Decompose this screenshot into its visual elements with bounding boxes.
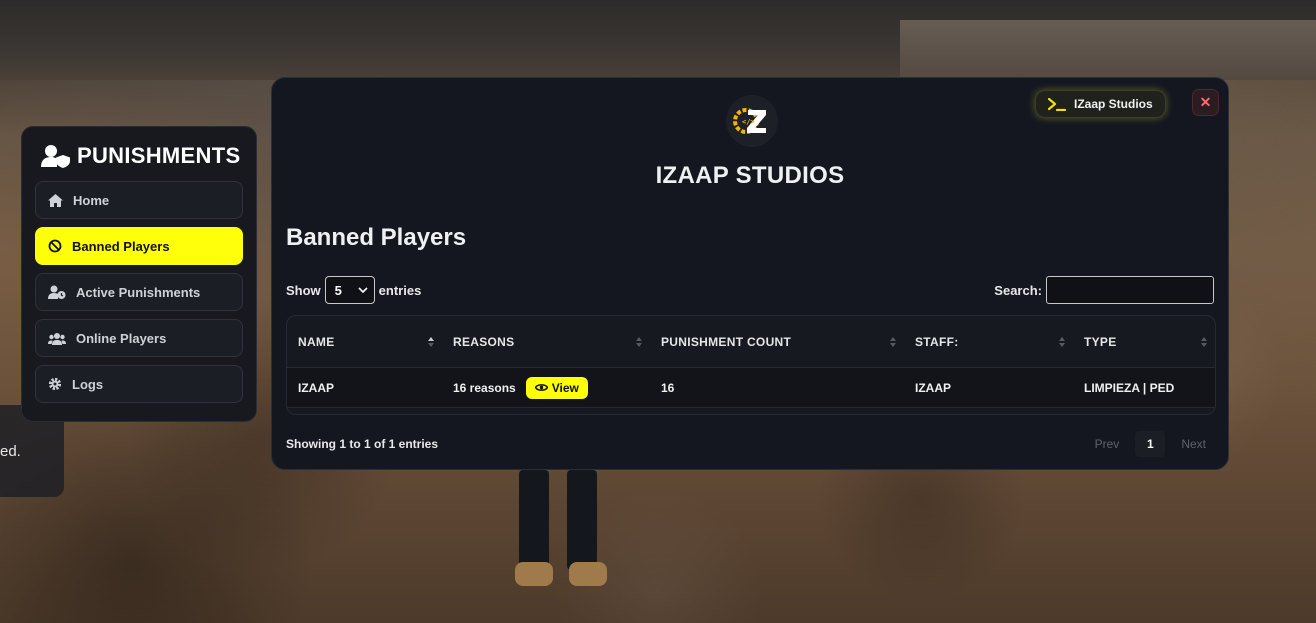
eye-icon bbox=[534, 384, 548, 391]
table-info: Showing 1 to 1 of 1 entries bbox=[286, 437, 439, 451]
table-header: NAME REASONS PUNISHMENT COUNT STAFF: TYP… bbox=[287, 316, 1215, 368]
column-header-name[interactable]: NAME bbox=[287, 335, 442, 349]
column-header-type[interactable]: TYPE bbox=[1073, 335, 1215, 349]
search-control: Search: bbox=[994, 276, 1214, 304]
sidebar-item-label: Active Punishments bbox=[76, 284, 201, 300]
table-row: IZAAP 16 reasons View 16 IZAAP LIMPIEZA … bbox=[287, 368, 1215, 408]
close-button[interactable]: ✕ bbox=[1192, 89, 1219, 116]
close-icon: ✕ bbox=[1199, 94, 1212, 110]
column-header-reasons[interactable]: REASONS bbox=[442, 335, 650, 349]
page-title: Banned Players bbox=[286, 224, 467, 251]
page-1-button[interactable]: 1 bbox=[1135, 431, 1166, 457]
studio-button[interactable]: IZaap Studios bbox=[1035, 90, 1166, 118]
svg-text:</>: </> bbox=[742, 118, 755, 126]
column-label: PUNISHMENT COUNT bbox=[661, 334, 792, 349]
prev-page-button[interactable]: Prev bbox=[1087, 437, 1128, 451]
column-header-staff[interactable]: STAFF: bbox=[904, 335, 1073, 349]
sort-icon bbox=[1201, 336, 1207, 347]
banned-players-table: NAME REASONS PUNISHMENT COUNT STAFF: TYP… bbox=[286, 315, 1216, 415]
sort-icon bbox=[636, 336, 642, 347]
terminal-icon bbox=[1048, 97, 1066, 111]
chevron-down-icon bbox=[358, 287, 368, 293]
sidebar-title: PUNISHMENTS bbox=[77, 143, 241, 168]
player-character bbox=[515, 470, 607, 590]
column-header-punishment-count[interactable]: PUNISHMENT COUNT bbox=[650, 335, 904, 349]
column-label: REASONS bbox=[453, 334, 515, 349]
sidebar-item-active-punishments[interactable]: Active Punishments bbox=[35, 273, 243, 311]
cell-type: LIMPIEZA | PED bbox=[1084, 380, 1175, 395]
length-suffix: entries bbox=[378, 282, 422, 298]
users-icon bbox=[48, 332, 66, 345]
cell-staff: IZAAP bbox=[915, 380, 951, 395]
sidebar-header: PUNISHMENTS bbox=[35, 143, 243, 169]
sidebar-item-banned-players[interactable]: Banned Players bbox=[35, 227, 243, 265]
sort-icon bbox=[1059, 336, 1065, 347]
search-input[interactable] bbox=[1046, 276, 1214, 304]
sort-icon bbox=[890, 336, 896, 347]
reasons-text: 16 reasons bbox=[453, 380, 516, 395]
brand-title: IZAAP STUDIOS bbox=[655, 162, 845, 189]
izaap-logo-icon: </> bbox=[733, 108, 766, 134]
column-label: TYPE bbox=[1084, 334, 1117, 349]
studio-button-label: IZaap Studios bbox=[1074, 97, 1153, 111]
cell-name: IZAAP bbox=[298, 380, 334, 395]
sidebar-item-home[interactable]: Home bbox=[35, 181, 243, 219]
view-reasons-button[interactable]: View bbox=[525, 376, 588, 399]
length-prefix: Show bbox=[286, 282, 321, 298]
search-label: Search: bbox=[994, 282, 1042, 298]
column-label: NAME bbox=[298, 334, 335, 349]
cell-reasons: 16 reasons View bbox=[442, 376, 650, 399]
punishments-modal: </> IZAAP STUDIOS IZaap Studios ✕ Banned… bbox=[271, 77, 1229, 470]
sidebar-item-online-players[interactable]: Online Players bbox=[35, 319, 243, 357]
sidebar-item-label: Online Players bbox=[76, 330, 167, 346]
sidebar-item-label: Home bbox=[73, 192, 110, 208]
home-icon bbox=[48, 193, 63, 207]
column-label: STAFF: bbox=[915, 334, 959, 349]
ban-icon bbox=[48, 239, 62, 253]
sidebar-item-label: Logs bbox=[72, 376, 104, 392]
next-page-button[interactable]: Next bbox=[1173, 437, 1214, 451]
sidebar-item-logs[interactable]: Logs bbox=[35, 365, 243, 403]
view-button-label: View bbox=[551, 380, 579, 395]
notification-text: ed. bbox=[0, 443, 21, 460]
entries-select-value: 5 bbox=[334, 282, 342, 298]
sidebar-item-label: Banned Players bbox=[72, 238, 170, 254]
brand-logo: </> bbox=[726, 95, 778, 147]
user-clock-icon bbox=[48, 285, 66, 299]
entries-length-control: Show 5 entries bbox=[286, 276, 421, 304]
user-shield-icon bbox=[41, 145, 70, 168]
sort-icon bbox=[428, 336, 434, 347]
entries-select[interactable]: 5 bbox=[324, 276, 375, 304]
gear-icon bbox=[48, 377, 62, 391]
cell-punishment-count: 16 bbox=[661, 380, 675, 395]
sidebar: PUNISHMENTS Home Banned Players Active P… bbox=[21, 126, 257, 422]
pagination: Prev 1 Next bbox=[1087, 431, 1214, 457]
